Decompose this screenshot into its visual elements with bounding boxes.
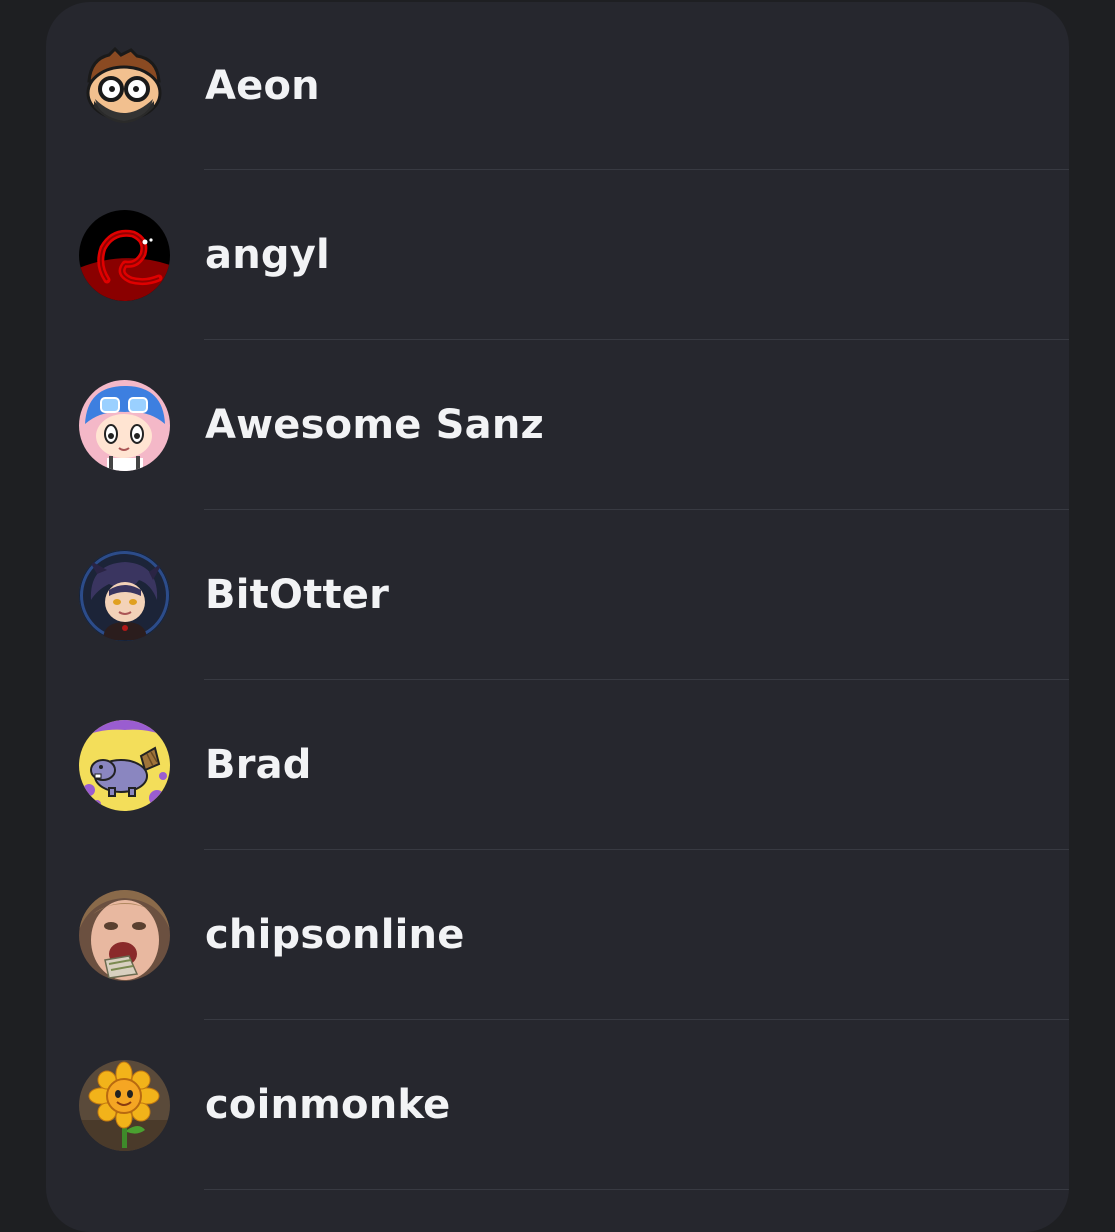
member-row-aeon[interactable]: Aeon <box>46 2 1069 170</box>
member-name: BitOtter <box>205 572 390 618</box>
purple-beaver-avatar-icon <box>79 719 170 811</box>
member-list: Aeon angyl Awesome Sanz BitOtter Brad ch… <box>46 2 1069 1190</box>
member-name: Brad <box>205 742 312 788</box>
member-name: coinmonke <box>205 1082 451 1128</box>
row-divider <box>204 1189 1069 1190</box>
member-name: chipsonline <box>205 912 465 958</box>
member-row-brad[interactable]: Brad <box>46 680 1069 850</box>
blue-hair-goggles-avatar-icon <box>79 379 170 471</box>
member-row-bitotter[interactable]: BitOtter <box>46 510 1069 680</box>
member-name: Aeon <box>205 63 320 109</box>
member-row-chipsonline[interactable]: chipsonline <box>46 850 1069 1020</box>
member-row-coinmonke[interactable]: coinmonke <box>46 1020 1069 1190</box>
member-name: angyl <box>205 232 330 278</box>
photo-person-eating-avatar-icon <box>79 889 170 981</box>
member-name: Awesome Sanz <box>205 402 545 448</box>
member-list-panel: Aeon angyl Awesome Sanz BitOtter Brad ch… <box>46 2 1069 1232</box>
cartoon-masked-face-avatar-icon <box>79 41 170 132</box>
sunflower-avatar-icon <box>79 1059 170 1151</box>
member-row-angyl[interactable]: angyl <box>46 170 1069 340</box>
red-squiggle-creature-avatar-icon <box>79 209 170 301</box>
anime-dark-hair-avatar-icon <box>79 549 170 641</box>
member-row-awesome-sanz[interactable]: Awesome Sanz <box>46 340 1069 510</box>
